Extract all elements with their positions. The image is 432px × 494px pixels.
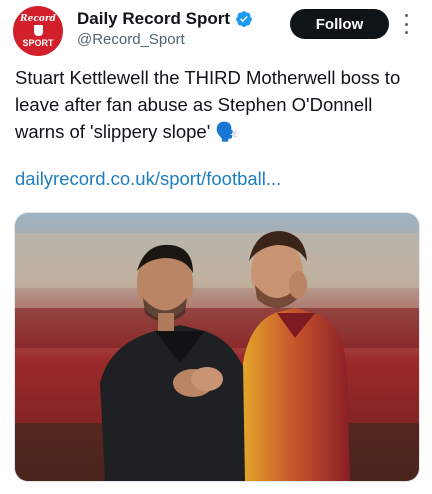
author-handle[interactable]: @Record_Sport (77, 31, 185, 48)
author-display-name[interactable]: Daily Record Sport (77, 9, 230, 29)
avatar-logo-top: Record (20, 14, 56, 24)
avatar[interactable]: Record SPORT (13, 6, 63, 56)
avatar-logo-bottom: SPORT (22, 38, 54, 48)
crest-icon (34, 25, 43, 36)
verified-badge-icon (236, 11, 252, 27)
tweet-text: Stuart Kettlewell the THIRD Motherwell b… (15, 67, 401, 142)
more-options-icon[interactable] (399, 14, 413, 34)
photo-illustration (15, 213, 419, 481)
article-link[interactable]: dailyrecord.co.uk/sport/football... (15, 168, 281, 190)
author-name-row: Daily Record Sport (77, 9, 253, 29)
follow-button[interactable]: Follow (290, 9, 389, 39)
tweet-photo[interactable] (14, 212, 420, 482)
